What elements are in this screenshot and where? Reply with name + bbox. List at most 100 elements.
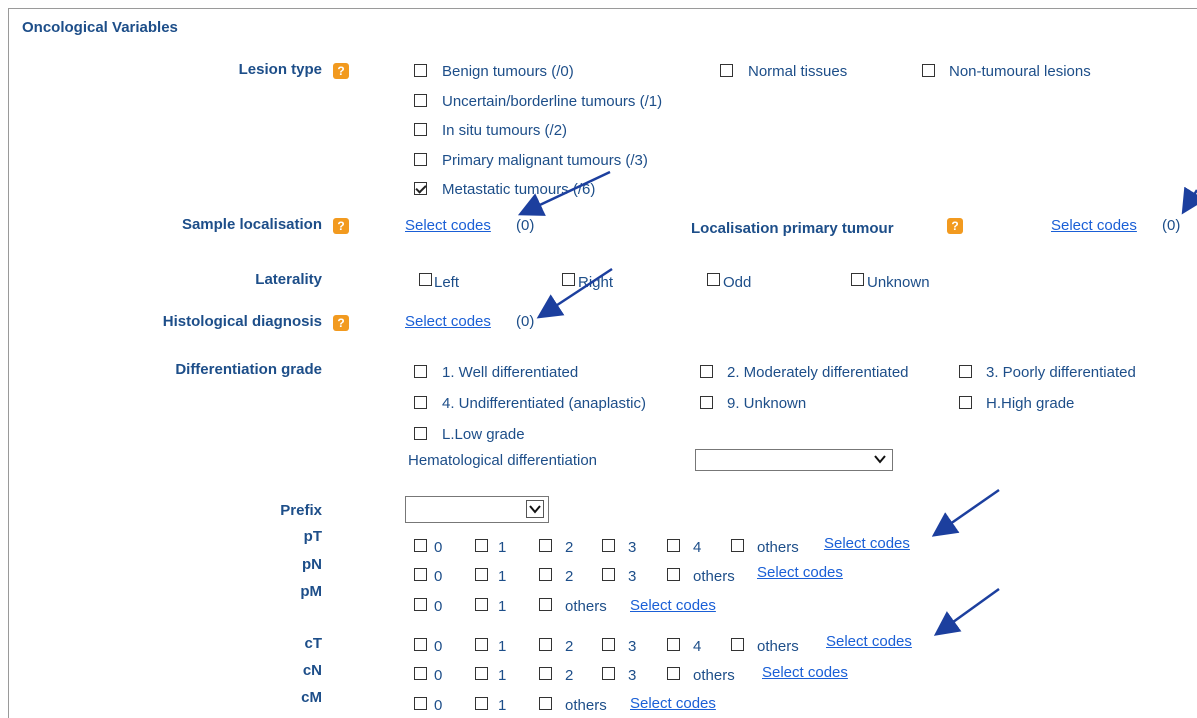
ct-0-label: 0 (434, 638, 443, 655)
pm-others-checkbox[interactable] (539, 598, 552, 611)
pt-3-label: 3 (628, 539, 637, 556)
diff-low-grade-checkbox[interactable] (414, 427, 427, 440)
localisation-primary-select-link[interactable]: Select codes (1051, 217, 1137, 234)
sample-localisation-help-icon[interactable]: ? (333, 218, 349, 234)
sample-localisation-select-link[interactable]: Select codes (405, 217, 491, 234)
pm-select-link[interactable]: Select codes (630, 597, 716, 614)
cn-3-checkbox[interactable] (602, 667, 615, 680)
pn-1-checkbox[interactable] (475, 568, 488, 581)
ct-0-checkbox[interactable] (414, 638, 427, 651)
cm-0-label: 0 (434, 697, 443, 714)
cn-0-checkbox[interactable] (414, 667, 427, 680)
cn-select-link[interactable]: Select codes (762, 664, 848, 681)
ct-4-checkbox[interactable] (667, 638, 680, 651)
pn-1-label: 1 (498, 568, 507, 585)
chevron-down-icon (526, 500, 544, 518)
pt-0-checkbox[interactable] (414, 539, 427, 552)
cm-select-link[interactable]: Select codes (630, 695, 716, 712)
laterality-odd-checkbox[interactable] (707, 273, 720, 286)
prefix-select[interactable] (405, 496, 549, 523)
lesion-metastatic-checkbox[interactable] (414, 182, 427, 195)
diff-moderate-label: 2. Moderately differentiated (727, 364, 909, 381)
cn-1-checkbox[interactable] (475, 667, 488, 680)
histological-select-link[interactable]: Select codes (405, 313, 491, 330)
cm-others-label: others (565, 697, 607, 714)
pm-0-checkbox[interactable] (414, 598, 427, 611)
sample-localisation-label: Sample localisation (181, 216, 322, 233)
lesion-metastatic-label: Metastatic tumours (/6) (442, 181, 596, 198)
lesion-non-tumoural-checkbox[interactable] (922, 64, 935, 77)
histological-count: (0) (516, 313, 535, 330)
lesion-type-help-icon[interactable]: ? (333, 63, 349, 79)
diff-unknown-label: 9. Unknown (727, 395, 807, 412)
cm-1-label: 1 (498, 697, 507, 714)
histological-help-icon[interactable]: ? (333, 315, 349, 331)
lesion-insitu-checkbox[interactable] (414, 123, 427, 136)
ct-1-checkbox[interactable] (475, 638, 488, 651)
pt-4-label: 4 (693, 539, 702, 556)
cn-2-checkbox[interactable] (539, 667, 552, 680)
pt-others-checkbox[interactable] (731, 539, 744, 552)
diff-well-checkbox[interactable] (414, 365, 427, 378)
laterality-unknown-checkbox[interactable] (851, 273, 864, 286)
laterality-right-label: Right (578, 274, 614, 291)
diff-poor-checkbox[interactable] (959, 365, 972, 378)
lesion-normal-checkbox[interactable] (720, 64, 733, 77)
laterality-left-checkbox[interactable] (419, 273, 432, 286)
lesion-insitu-label: In situ tumours (/2) (442, 122, 568, 139)
lesion-primary-malignant-label: Primary malignant tumours (/3) (442, 152, 648, 169)
diff-undifferentiated-checkbox[interactable] (414, 396, 427, 409)
lesion-type-label: Lesion type (238, 61, 322, 78)
lesion-uncertain-label: Uncertain/borderline tumours (/1) (442, 93, 663, 110)
laterality-right-checkbox[interactable] (562, 273, 575, 286)
pt-2-label: 2 (565, 539, 574, 556)
pn-3-checkbox[interactable] (602, 568, 615, 581)
pt-select-link[interactable]: Select codes (824, 535, 910, 552)
ct-select-link[interactable]: Select codes (826, 633, 912, 650)
ct-1-label: 1 (498, 638, 507, 655)
pm-1-checkbox[interactable] (475, 598, 488, 611)
cn-2-label: 2 (565, 667, 574, 684)
cm-others-checkbox[interactable] (539, 697, 552, 710)
diff-high-grade-checkbox[interactable] (959, 396, 972, 409)
pn-2-checkbox[interactable] (539, 568, 552, 581)
diff-well-label: 1. Well differentiated (442, 364, 579, 381)
cn-others-checkbox[interactable] (667, 667, 680, 680)
cm-0-checkbox[interactable] (414, 697, 427, 710)
diff-unknown-checkbox[interactable] (700, 396, 713, 409)
ct-3-checkbox[interactable] (602, 638, 615, 651)
pm-1-label: 1 (498, 598, 507, 615)
ct-2-checkbox[interactable] (539, 638, 552, 651)
laterality-unknown-label: Unknown (867, 274, 930, 291)
histological-label: Histological diagnosis (162, 313, 322, 330)
pt-4-checkbox[interactable] (667, 539, 680, 552)
localisation-primary-label: Localisation primary tumour (691, 220, 894, 237)
pt-1-checkbox[interactable] (475, 539, 488, 552)
ct-4-label: 4 (693, 638, 702, 655)
pn-others-checkbox[interactable] (667, 568, 680, 581)
cm-1-checkbox[interactable] (475, 697, 488, 710)
lesion-benign-checkbox[interactable] (414, 64, 427, 77)
pm-0-label: 0 (434, 598, 443, 615)
pn-select-link[interactable]: Select codes (757, 564, 843, 581)
chevron-down-icon (873, 452, 887, 466)
ct-others-checkbox[interactable] (731, 638, 744, 651)
diff-moderate-checkbox[interactable] (700, 365, 713, 378)
pt-2-checkbox[interactable] (539, 539, 552, 552)
hematological-select[interactable] (695, 449, 893, 471)
lesion-primary-malignant-checkbox[interactable] (414, 153, 427, 166)
pt-3-checkbox[interactable] (602, 539, 615, 552)
pt-label: pT (303, 528, 322, 545)
localisation-primary-help-icon[interactable]: ? (947, 218, 963, 234)
pm-others-label: others (565, 598, 607, 615)
diff-poor-label: 3. Poorly differentiated (986, 364, 1136, 381)
section-title: Oncological Variables (22, 19, 178, 36)
pn-0-checkbox[interactable] (414, 568, 427, 581)
localisation-primary-count: (0) (1162, 217, 1181, 234)
cn-others-label: others (693, 667, 735, 684)
pm-label: pM (300, 583, 322, 600)
cn-0-label: 0 (434, 667, 443, 684)
lesion-uncertain-checkbox[interactable] (414, 94, 427, 107)
pn-label: pN (302, 556, 322, 573)
pn-2-label: 2 (565, 568, 574, 585)
